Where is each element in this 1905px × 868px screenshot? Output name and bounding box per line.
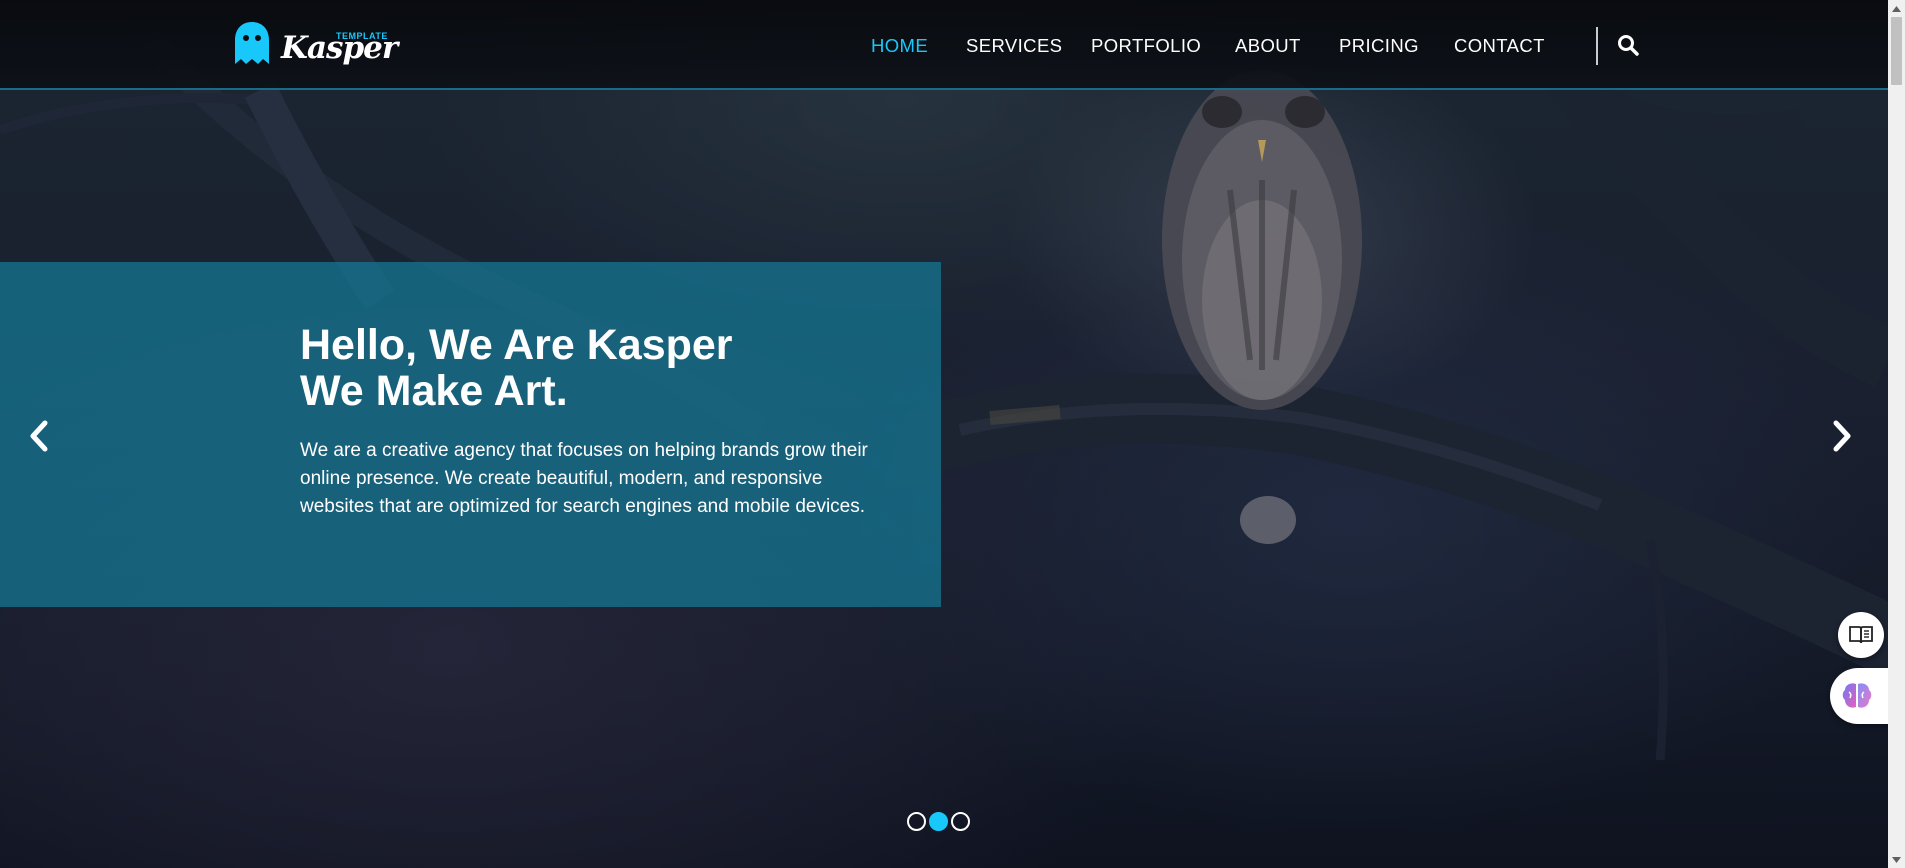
slider-bullets (907, 812, 1007, 834)
slider-next-button[interactable] (1824, 418, 1858, 454)
chevron-left-icon (30, 420, 48, 452)
slider-prev-button[interactable] (23, 418, 57, 454)
slide-caption: Hello, We Are Kasper We Make Art. We are… (0, 262, 941, 607)
ai-assistant-button[interactable] (1830, 668, 1890, 724)
chevron-right-icon (1833, 420, 1851, 452)
scroll-up-button[interactable] (1888, 0, 1905, 17)
slider-bullet-3[interactable] (951, 812, 970, 831)
page-scrollbar[interactable] (1888, 0, 1905, 868)
slide-title: Hello, We Are Kasper We Make Art. (300, 322, 900, 414)
nav-item-home[interactable]: HOME (871, 35, 928, 57)
brain-icon (1842, 683, 1872, 708)
nav-item-contact[interactable]: CONTACT (1454, 35, 1545, 57)
owl-figure (1162, 70, 1362, 544)
slide-title-line1: Hello, We Are Kasper (300, 321, 733, 369)
caret-down-icon (1892, 856, 1901, 863)
nav-item-services[interactable]: SERVICES (966, 35, 1062, 57)
caret-up-icon (1892, 5, 1901, 12)
book-icon (1849, 626, 1873, 644)
slide-title-line2: We Make Art. (300, 367, 568, 415)
slide-description: We are a creative agency that focuses on… (300, 440, 868, 517)
scroll-down-button[interactable] (1888, 851, 1905, 868)
search-icon (1618, 35, 1639, 56)
main-nav: HOME SERVICES PORTFOLIO ABOUT PRICING CO… (0, 35, 1888, 59)
reader-widget-button[interactable] (1838, 612, 1884, 658)
site-header: TEMPLATE Kasper HOME SERVICES PORTFOLIO … (0, 0, 1888, 90)
nav-item-pricing[interactable]: PRICING (1339, 35, 1419, 57)
nav-divider (1596, 27, 1598, 65)
slider-bullet-1[interactable] (907, 812, 926, 831)
nav-item-about[interactable]: ABOUT (1235, 35, 1301, 57)
slider-bullet-2[interactable] (929, 812, 948, 831)
nav-item-portfolio[interactable]: PORTFOLIO (1091, 35, 1201, 57)
scroll-thumb[interactable] (1891, 17, 1902, 85)
search-button[interactable] (1616, 33, 1642, 59)
